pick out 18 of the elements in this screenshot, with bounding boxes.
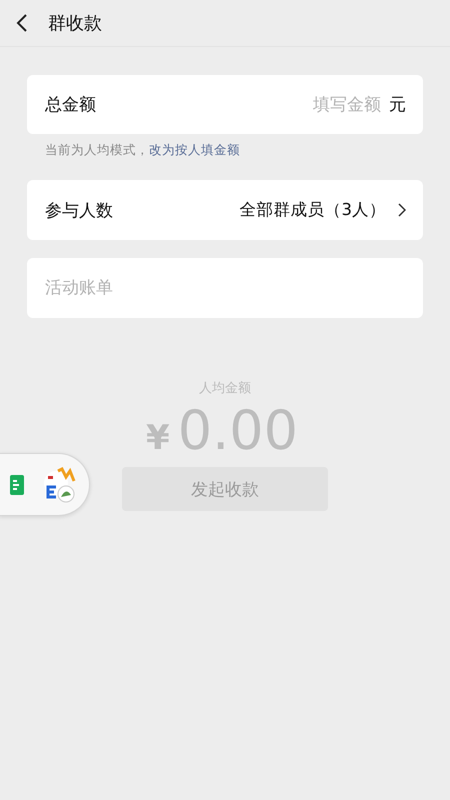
- field-label: 总金额: [45, 94, 96, 116]
- app-icon[interactable]: [42, 466, 76, 502]
- floating-bubble[interactable]: [0, 453, 90, 516]
- bill-field[interactable]: 活动账单: [27, 258, 423, 318]
- chevron-icon: [398, 203, 406, 217]
- amount-input[interactable]: 填写金额: [96, 94, 389, 114]
- bill-input[interactable]: 活动账单: [45, 278, 406, 298]
- document-icon[interactable]: [10, 474, 24, 494]
- switch-mode-link[interactable]: 改为按人填金额: [149, 142, 240, 157]
- currency-symbol: ¥: [146, 418, 170, 458]
- amount-row[interactable]: 总金额 填写金额 元: [27, 75, 423, 134]
- participants-row[interactable]: 参与人数 全部群成员（3人）: [27, 180, 423, 240]
- unit-label: 元: [389, 94, 406, 116]
- back-icon[interactable]: [16, 13, 28, 33]
- page-title: 群收款: [48, 12, 102, 35]
- mode-hint: 当前为人均模式，: [45, 142, 149, 157]
- field-label: 参与人数: [45, 200, 113, 222]
- participants-value: 全部群成员（3人）: [238, 199, 386, 221]
